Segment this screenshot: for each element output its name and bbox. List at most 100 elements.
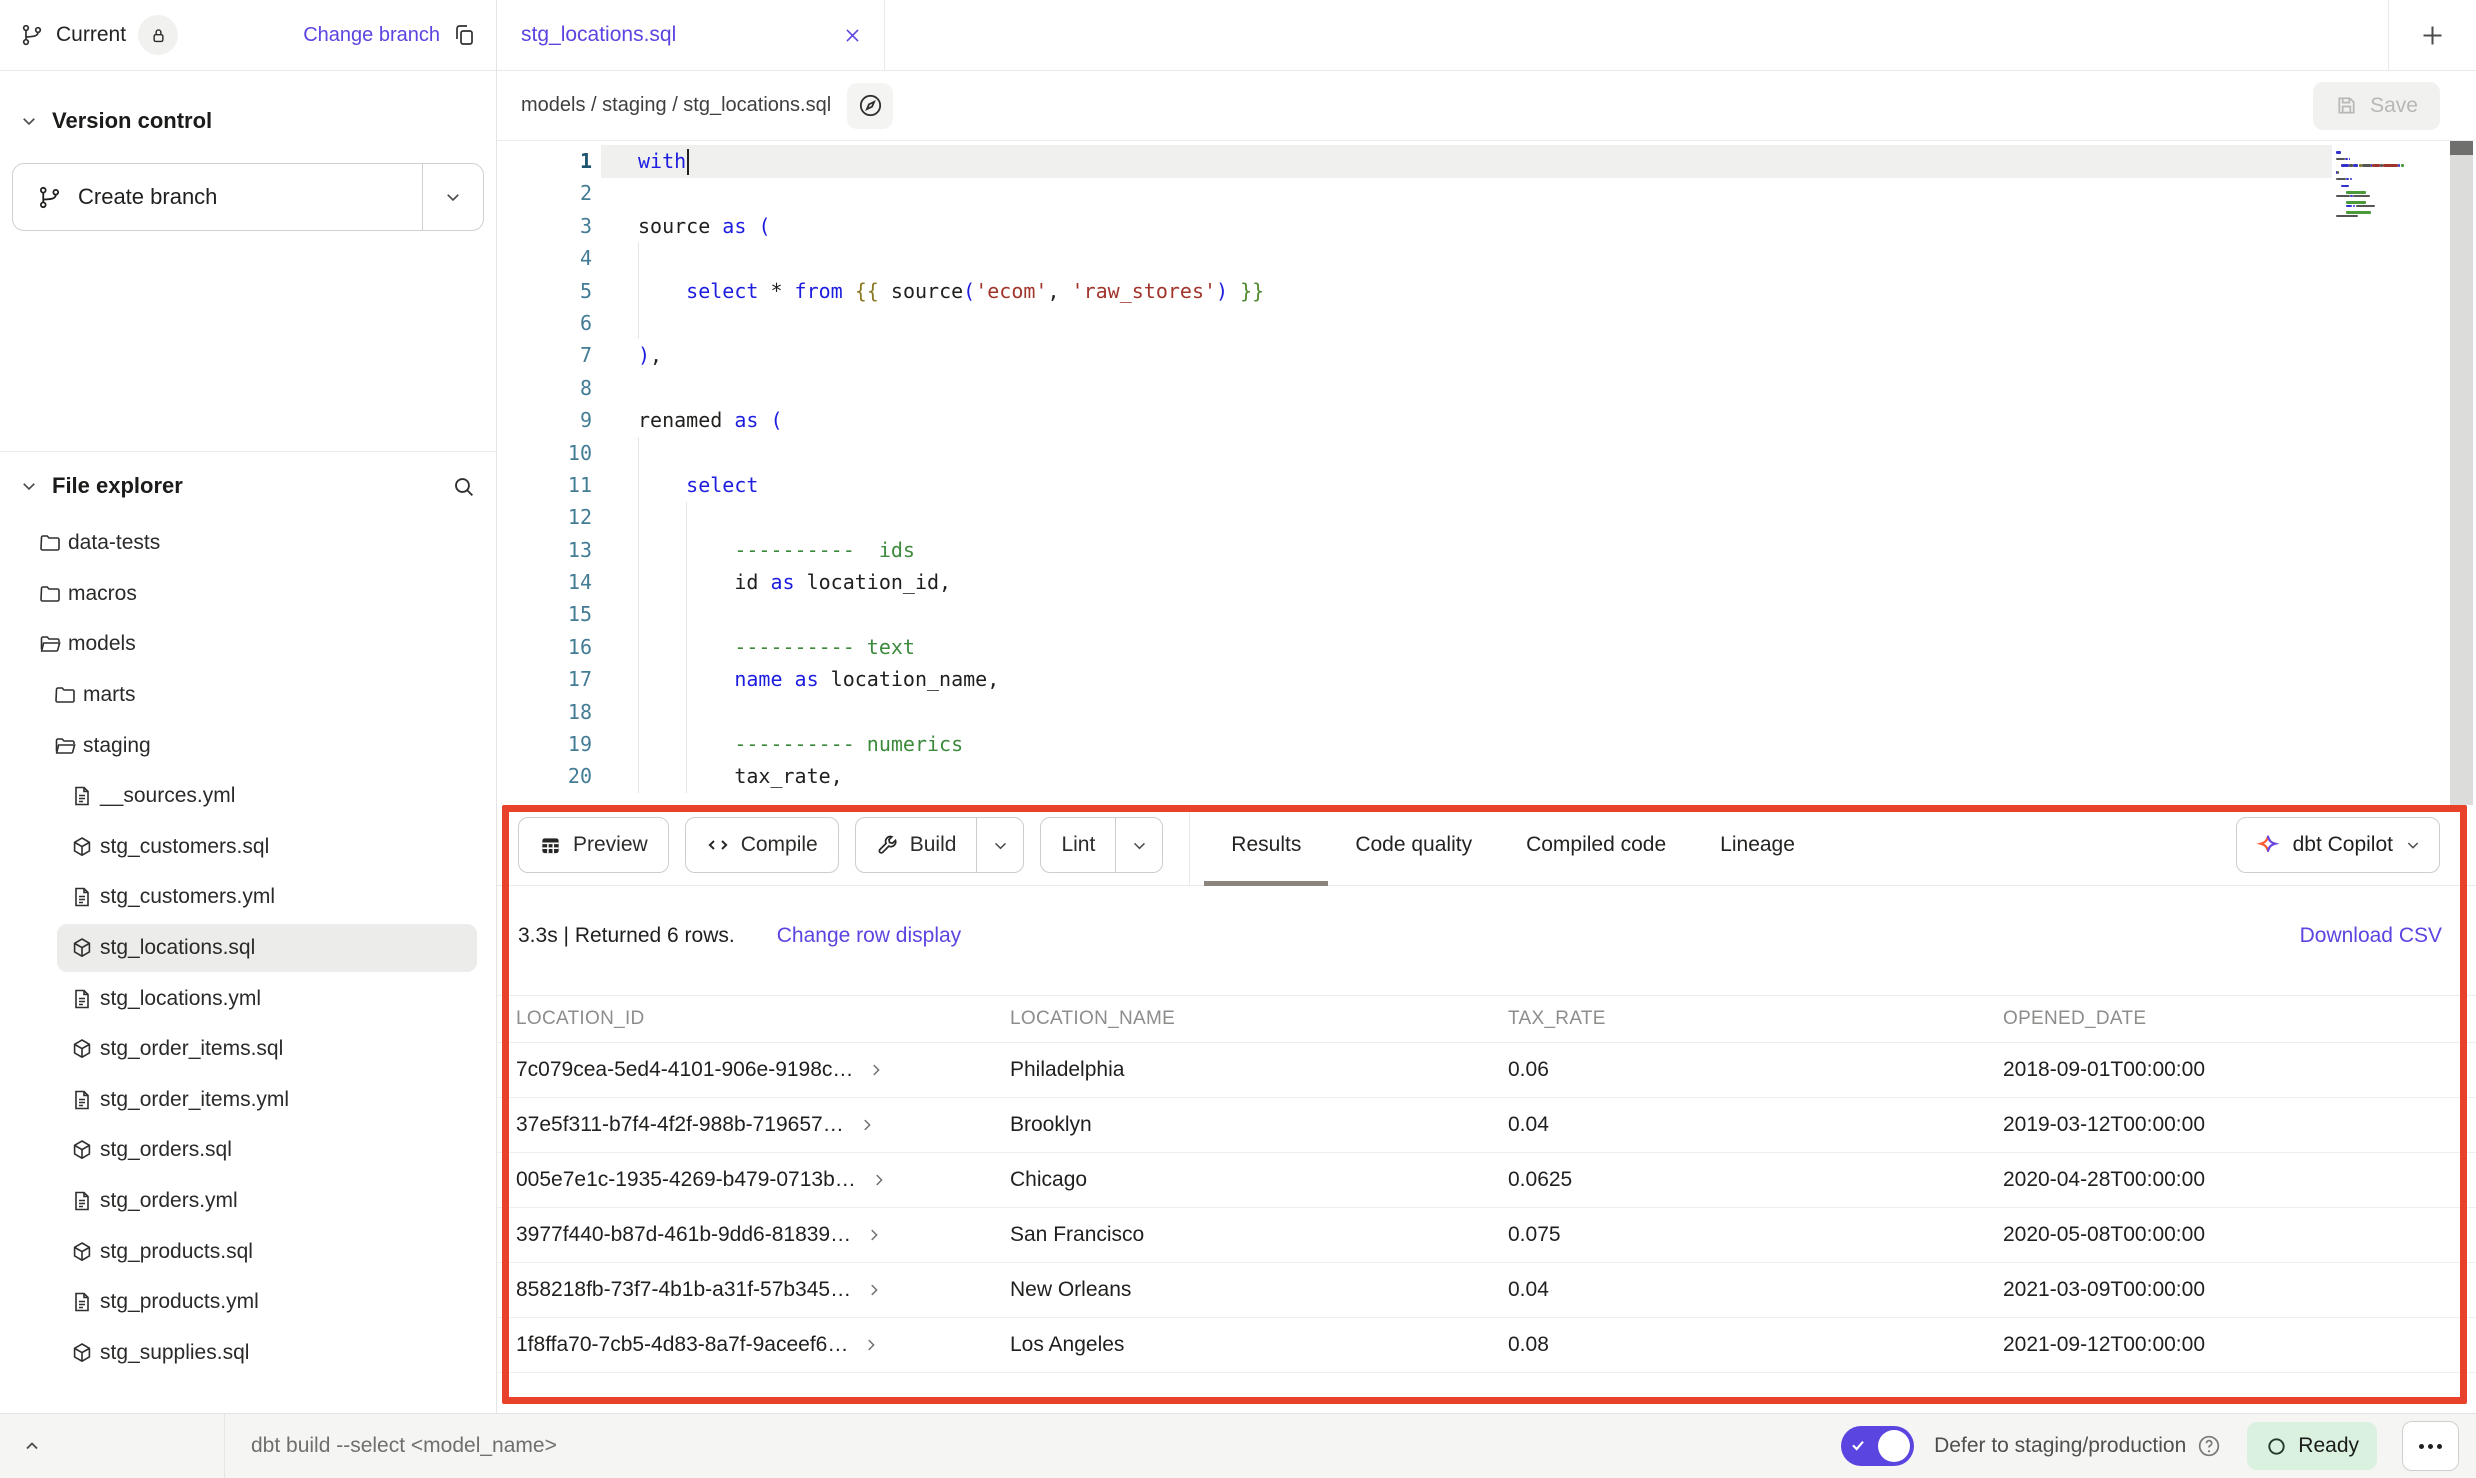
chevron-down-icon — [2405, 837, 2421, 853]
branch-bar: Current Change branch — [0, 0, 496, 71]
file-item-label: __sources.yml — [100, 784, 235, 808]
ready-label: Ready — [2298, 1434, 2359, 1458]
code-line-16: 16 ---------- text — [497, 631, 2332, 663]
file-item-marts[interactable]: marts — [0, 670, 496, 721]
column-header-opened_date: OPENED_DATE — [2003, 1008, 2476, 1030]
command-input[interactable]: dbt build --select <model_name> — [251, 1434, 557, 1458]
folder-icon — [38, 582, 62, 606]
save-button[interactable]: Save — [2313, 82, 2440, 130]
panel-tab-lineage[interactable]: Lineage — [1693, 805, 1822, 886]
lint-button[interactable]: Lint — [1040, 817, 1163, 873]
file-item-stg-locations-sql[interactable]: stg_locations.sql — [0, 923, 496, 974]
file-item-staging[interactable]: staging — [0, 720, 496, 771]
minimap[interactable] — [2332, 145, 2450, 806]
code-line-18: 18 — [497, 696, 2332, 728]
table-cell: New Orleans — [1010, 1278, 1508, 1302]
table-cell: 3977f440-b87d-461b-9dd6-81839… — [516, 1223, 1010, 1247]
tab-title: stg_locations.sql — [521, 23, 843, 47]
build-button[interactable]: Build — [855, 817, 1025, 873]
file-explorer-title: File explorer — [52, 473, 183, 499]
model-icon — [70, 1138, 94, 1162]
file-item-label: stg_orders.yml — [100, 1189, 238, 1213]
expand-cell-chevron-icon[interactable] — [865, 1281, 883, 1299]
lint-options-caret[interactable] — [1115, 818, 1162, 872]
file-item-stg-orders-yml[interactable]: stg_orders.yml — [0, 1176, 496, 1227]
file-item--sources-yml[interactable]: __sources.yml — [0, 771, 496, 822]
file-item-stg-order-items-sql[interactable]: stg_order_items.sql — [0, 1024, 496, 1075]
file-item-stg-supplies-sql[interactable]: stg_supplies.sql — [0, 1328, 496, 1379]
table-cell: 2021-09-12T00:00:00 — [2003, 1333, 2476, 1357]
file-item-label: stg_locations.sql — [100, 936, 255, 960]
expand-cell-chevron-icon[interactable] — [858, 1116, 876, 1134]
scrollbar-thumb[interactable] — [2450, 141, 2473, 155]
dbt-copilot-label: dbt Copilot — [2293, 833, 2393, 857]
expand-command-bar-button[interactable] — [0, 1436, 64, 1456]
expand-cell-chevron-icon[interactable] — [870, 1171, 888, 1189]
code-line-9: 9renamed as ( — [497, 404, 2332, 436]
new-tab-button[interactable] — [2388, 0, 2476, 70]
change-branch-link[interactable]: Change branch — [303, 24, 440, 47]
expand-cell-chevron-icon[interactable] — [867, 1061, 885, 1079]
text-cursor — [687, 149, 689, 175]
circle-status-icon — [2265, 1435, 2288, 1458]
location-id-value: 858218fb-73f7-4b1b-a31f-57b345… — [516, 1278, 851, 1302]
table-cell: San Francisco — [1010, 1223, 1508, 1247]
chevron-down-icon[interactable] — [20, 477, 38, 495]
panel-tabs: ResultsCode qualityCompiled codeLineage — [1204, 805, 1822, 886]
file-item-stg-customers-yml[interactable]: stg_customers.yml — [0, 872, 496, 923]
folder-open-icon — [53, 734, 77, 758]
change-row-display-link[interactable]: Change row display — [777, 924, 961, 948]
more-options-button[interactable] — [2402, 1421, 2459, 1471]
editor-scrollbar[interactable] — [2450, 141, 2473, 806]
chevron-down-icon[interactable] — [20, 112, 38, 130]
file-explorer-header: File explorer — [0, 460, 496, 512]
file-item-macros[interactable]: macros — [0, 569, 496, 620]
file-item-stg-customers-sql[interactable]: stg_customers.sql — [0, 822, 496, 873]
preview-button[interactable]: Preview — [518, 817, 669, 873]
table-cell: 858218fb-73f7-4b1b-a31f-57b345… — [516, 1278, 1010, 1302]
tab-strip-empty — [885, 0, 2388, 70]
panel-tab-code-quality[interactable]: Code quality — [1328, 805, 1499, 886]
table-cell: 0.0625 — [1508, 1168, 2003, 1192]
wrench-icon — [876, 834, 899, 857]
help-icon[interactable] — [2196, 1433, 2222, 1459]
create-branch-button[interactable]: Create branch — [12, 163, 484, 231]
open-docs-button[interactable] — [847, 83, 893, 129]
column-header-tax_rate: TAX_RATE — [1508, 1008, 2003, 1030]
create-branch-caret[interactable] — [422, 164, 483, 230]
code-line-15: 15 — [497, 598, 2332, 630]
file-item-label: stg_locations.yml — [100, 987, 261, 1011]
file-item-label: stg_supplies.sql — [100, 1341, 249, 1365]
file-item-stg-products-sql[interactable]: stg_products.sql — [0, 1226, 496, 1277]
code-line-2: 2 — [497, 177, 2332, 209]
file-item-data-tests[interactable]: data-tests — [0, 518, 496, 569]
code-editor[interactable]: 1with23source as (45 select * from {{ so… — [497, 140, 2476, 806]
build-options-caret[interactable] — [976, 818, 1023, 872]
file-item-stg-order-items-yml[interactable]: stg_order_items.yml — [0, 1075, 496, 1126]
copy-icon[interactable] — [452, 23, 476, 47]
section-divider — [0, 451, 496, 452]
expand-cell-chevron-icon[interactable] — [862, 1336, 880, 1354]
panel-tab-results[interactable]: Results — [1204, 805, 1328, 886]
dbt-copilot-button[interactable]: dbt Copilot — [2236, 817, 2440, 873]
close-icon[interactable] — [843, 26, 862, 45]
search-icon[interactable] — [451, 474, 476, 499]
download-csv-link[interactable]: Download CSV — [2300, 924, 2442, 948]
expand-cell-chevron-icon[interactable] — [865, 1226, 883, 1244]
file-icon — [70, 1290, 94, 1314]
compass-icon — [857, 92, 884, 119]
file-item-models[interactable]: models — [0, 619, 496, 670]
code-icon — [706, 833, 730, 857]
main-area: stg_locations.sql models / staging / stg… — [497, 0, 2476, 1413]
file-item-stg-products-yml[interactable]: stg_products.yml — [0, 1277, 496, 1328]
status-ready-badge[interactable]: Ready — [2247, 1422, 2377, 1470]
defer-toggle[interactable] — [1841, 1426, 1914, 1466]
version-control-header: Version control — [0, 95, 496, 147]
compile-button[interactable]: Compile — [685, 817, 839, 873]
table-row: 37e5f311-b7f4-4f2f-988b-719657…Brooklyn0… — [497, 1098, 2476, 1153]
file-item-stg-locations-yml[interactable]: stg_locations.yml — [0, 973, 496, 1024]
panel-tab-compiled-code[interactable]: Compiled code — [1499, 805, 1693, 886]
file-item-label: stg_order_items.sql — [100, 1037, 283, 1061]
tab-stg-locations-sql[interactable]: stg_locations.sql — [497, 0, 885, 70]
file-item-stg-orders-sql[interactable]: stg_orders.sql — [0, 1125, 496, 1176]
